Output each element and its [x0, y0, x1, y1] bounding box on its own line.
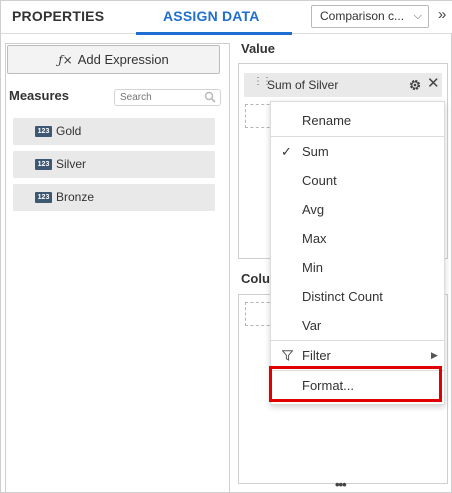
tab-properties[interactable]: PROPERTIES	[12, 1, 104, 34]
value-field-label: Sum of Silver	[267, 78, 339, 92]
menu-item-avg[interactable]: Avg	[271, 195, 444, 224]
menu-item-label: Distinct Count	[302, 289, 383, 304]
filter-icon	[282, 350, 293, 361]
measure-label: Bronze	[56, 190, 95, 204]
check-icon: ✓	[281, 144, 292, 159]
measures-heading: Measures	[9, 88, 69, 103]
menu-item-label: Format...	[302, 378, 355, 393]
menu-item-label: Sum	[302, 144, 329, 159]
menu-item-label: Var	[302, 318, 322, 333]
tab-assign-data[interactable]: ASSIGN DATA	[163, 1, 260, 34]
measure-item-silver[interactable]: 123 Silver	[13, 151, 215, 178]
menu-item-label: Rename	[302, 113, 352, 128]
value-heading: Value	[241, 41, 275, 56]
more-options-icon[interactable]: •••	[335, 477, 347, 492]
active-tab-indicator	[136, 32, 292, 35]
menu-item-count[interactable]: Count	[271, 166, 444, 195]
close-icon[interactable]: ✕	[427, 75, 440, 93]
measure-item-bronze[interactable]: 123 Bronze	[13, 184, 215, 211]
chevron-down-icon: ⌵	[413, 10, 422, 22]
column-heading: Colu	[241, 271, 270, 286]
widget-select-value: Comparison c...	[320, 9, 405, 23]
menu-item-filter[interactable]: Filter ▶	[271, 341, 444, 370]
field-context-menu: Rename ✓ Sum Count Avg Max Min Distinct …	[270, 101, 445, 405]
value-field-pill[interactable]: ⋮⋮ Sum of Silver ✕	[244, 73, 442, 97]
numeric-badge-icon: 123	[35, 126, 52, 137]
menu-item-label: Count	[302, 173, 337, 188]
widget-select[interactable]: Comparison c... ⌵	[311, 5, 429, 28]
menu-item-distinct-count[interactable]: Distinct Count	[271, 282, 444, 311]
menu-item-rename[interactable]: Rename	[271, 106, 444, 135]
add-expression-button[interactable]: ƒ× Add Expression	[7, 45, 220, 74]
menu-item-label: Max	[302, 231, 327, 246]
measure-item-gold[interactable]: 123 Gold	[13, 118, 215, 145]
numeric-badge-icon: 123	[35, 192, 52, 203]
numeric-badge-icon: 123	[35, 159, 52, 170]
measure-label: Gold	[56, 124, 82, 138]
menu-item-max[interactable]: Max	[271, 224, 444, 253]
menu-item-format[interactable]: Format...	[271, 371, 444, 400]
menu-item-label: Filter	[302, 348, 331, 363]
submenu-arrow-icon: ▶	[431, 350, 438, 360]
menu-item-sum[interactable]: ✓ Sum	[271, 137, 444, 166]
panel-header: PROPERTIES ASSIGN DATA Comparison c... ⌵…	[1, 1, 452, 35]
add-expression-label: Add Expression	[77, 52, 169, 67]
menu-item-var[interactable]: Var	[271, 311, 444, 340]
measure-label: Silver	[56, 157, 87, 171]
menu-item-label: Min	[302, 260, 323, 275]
menu-item-label: Avg	[302, 202, 325, 217]
menu-item-min[interactable]: Min	[271, 253, 444, 282]
gear-icon[interactable]	[408, 78, 422, 92]
double-chevron-right-icon[interactable]: »	[438, 6, 447, 23]
function-icon: ƒ×	[58, 53, 73, 67]
search-icon	[204, 91, 216, 103]
fields-panel: ƒ× Add Expression Measures 123 Gold 123 S…	[5, 43, 230, 493]
assign-data-panel: PROPERTIES ASSIGN DATA Comparison c... ⌵…	[0, 0, 452, 493]
